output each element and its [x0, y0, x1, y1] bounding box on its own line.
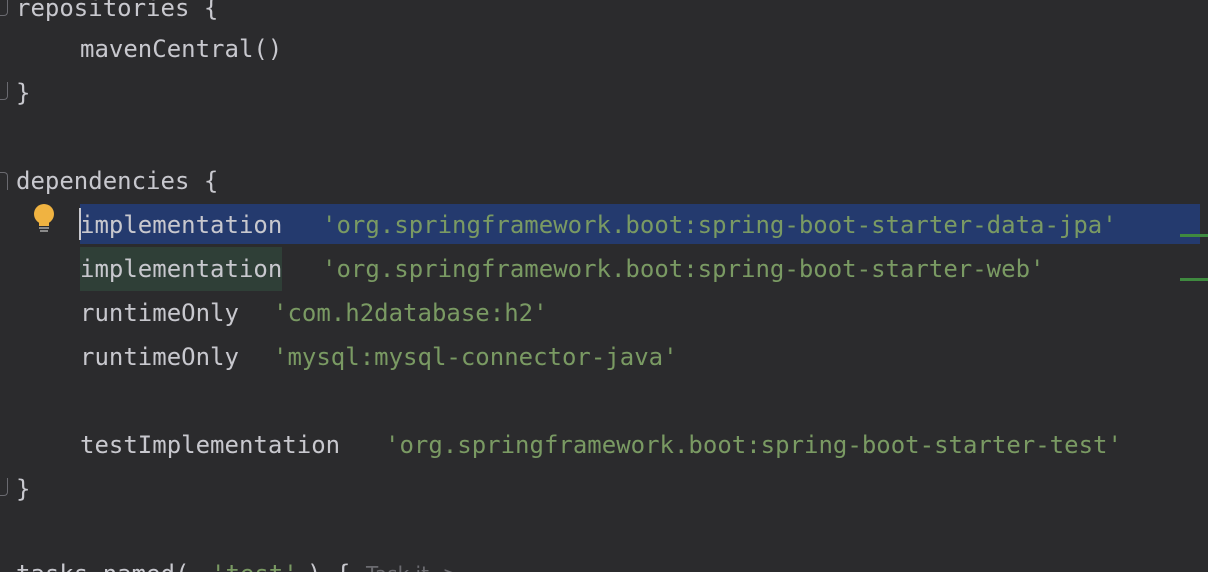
- dependency-string: 'org.springframework.boot:spring-boot-st…: [385, 431, 1122, 459]
- text-caret: [79, 208, 81, 240]
- vcs-change-marker: [1180, 278, 1208, 281]
- dependency-keyword: implementation: [80, 247, 283, 291]
- inlay-hint: Task it ->: [366, 552, 459, 572]
- dependency-keyword: runtimeOnly: [80, 299, 239, 327]
- code-string: 'test': [211, 552, 298, 572]
- code-text: dependencies {: [16, 167, 219, 195]
- dependency-string: 'org.springframework.boot:spring-boot-st…: [322, 255, 1045, 283]
- dependency-keyword: runtimeOnly: [80, 343, 239, 371]
- dependency-string: 'com.h2database:h2': [273, 299, 548, 327]
- code-text: }: [16, 475, 31, 503]
- code-line[interactable]: implementation 'org.springframework.boot…: [0, 247, 1044, 291]
- code-line[interactable]: dependencies {: [0, 159, 218, 203]
- dependency-string: 'org.springframework.boot:spring-boot-st…: [322, 211, 1117, 239]
- code-line[interactable]: repositories {: [0, 0, 218, 30]
- dependency-keyword: implementation: [80, 211, 283, 239]
- code-line[interactable]: }: [0, 71, 58, 115]
- vcs-change-marker: [1180, 234, 1208, 237]
- dependency-string: 'mysql:mysql-connector-java': [273, 343, 678, 371]
- code-line[interactable]: runtimeOnly 'mysql:mysql-connector-java': [0, 335, 678, 379]
- code-line[interactable]: tasks.named( 'test' ) { Task it ->: [0, 552, 459, 572]
- dependency-keyword: testImplementation: [80, 431, 341, 459]
- code-line[interactable]: runtimeOnly 'com.h2database:h2': [0, 291, 548, 335]
- code-line[interactable]: }: [0, 467, 58, 511]
- code-text: repositories {: [16, 0, 219, 22]
- code-line[interactable]: testImplementation 'org.springframework.…: [0, 423, 1122, 467]
- code-editor[interactable]: repositories { mavenCentral() } dependen…: [0, 0, 1208, 572]
- code-line[interactable]: mavenCentral(): [0, 27, 282, 71]
- code-text: }: [16, 79, 31, 107]
- code-line[interactable]: implementation 'org.springframework.boot…: [0, 203, 1117, 247]
- code-text: ) {: [307, 552, 350, 572]
- code-text: tasks.named(: [16, 552, 189, 572]
- code-text: mavenCentral(): [80, 35, 283, 63]
